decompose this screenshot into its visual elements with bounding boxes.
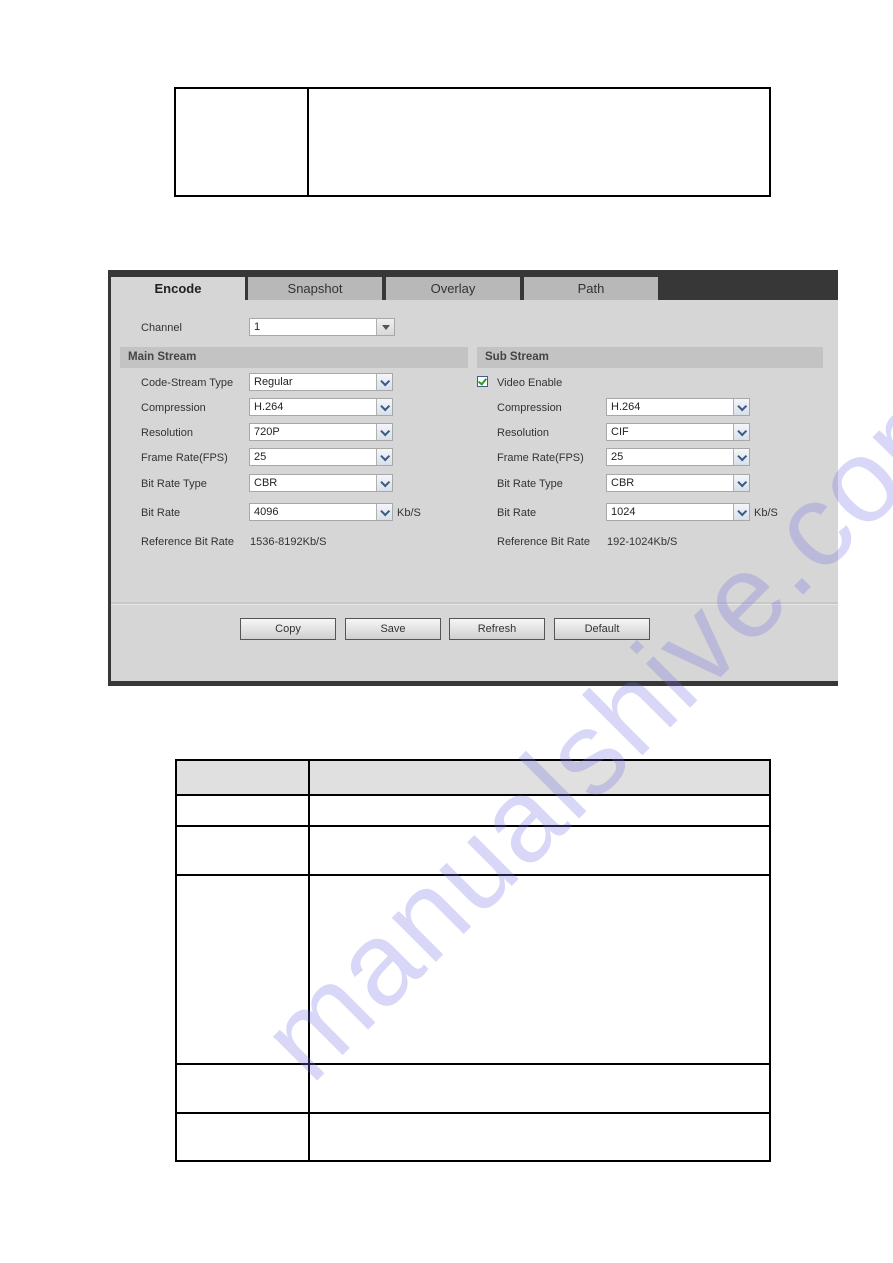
tab-overlay[interactable]: Overlay bbox=[386, 277, 520, 300]
main-compression-value: H.264 bbox=[254, 401, 284, 413]
sub-stream-header: Sub Stream bbox=[477, 347, 823, 368]
main-bit-rate-type-value: CBR bbox=[254, 477, 278, 489]
top-table bbox=[174, 87, 771, 197]
main-bit-rate-type-select[interactable]: CBR bbox=[249, 474, 393, 492]
copy-button[interactable]: Copy bbox=[240, 618, 336, 640]
table-row-divider bbox=[177, 825, 769, 827]
sub-compression-label: Compression bbox=[497, 402, 562, 414]
table-row-divider bbox=[177, 874, 769, 876]
channel-value: 1 bbox=[254, 321, 261, 333]
sub-bit-rate-type-select[interactable]: CBR bbox=[606, 474, 750, 492]
tab-snapshot[interactable]: Snapshot bbox=[248, 277, 382, 300]
main-bit-rate-value: 4096 bbox=[254, 506, 279, 518]
save-button[interactable]: Save bbox=[345, 618, 441, 640]
main-code-stream-type-select[interactable]: Regular bbox=[249, 373, 393, 391]
sub-compression-select[interactable]: H.264 bbox=[606, 398, 750, 416]
sub-reference-bit-rate-label: Reference Bit Rate bbox=[497, 536, 590, 548]
sub-bit-rate-type-value: CBR bbox=[611, 477, 635, 489]
channel-select[interactable]: 1 bbox=[249, 318, 395, 336]
chevron-down-icon[interactable] bbox=[733, 399, 749, 415]
chevron-down-icon[interactable] bbox=[376, 424, 392, 440]
panel-divider bbox=[111, 602, 838, 605]
chevron-down-icon[interactable] bbox=[376, 319, 394, 335]
table-row-divider bbox=[177, 794, 769, 796]
sub-resolution-label: Resolution bbox=[497, 427, 549, 439]
main-stream-header: Main Stream bbox=[120, 347, 468, 368]
main-reference-bit-rate-label: Reference Bit Rate bbox=[141, 536, 234, 548]
main-bit-rate-unit: Kb/S bbox=[397, 507, 421, 519]
parameter-table bbox=[175, 759, 771, 1162]
main-frame-rate-select[interactable]: 25 bbox=[249, 448, 393, 466]
default-button[interactable]: Default bbox=[554, 618, 650, 640]
main-resolution-select[interactable]: 720P bbox=[249, 423, 393, 441]
sub-bit-rate-select[interactable]: 1024 bbox=[606, 503, 750, 521]
main-resolution-value: 720P bbox=[254, 426, 280, 438]
main-code-stream-type-label: Code-Stream Type bbox=[141, 377, 234, 389]
sub-frame-rate-label: Frame Rate(FPS) bbox=[497, 452, 584, 464]
sub-frame-rate-select[interactable]: 25 bbox=[606, 448, 750, 466]
main-code-stream-type-value: Regular bbox=[254, 376, 293, 388]
sub-reference-bit-rate-value: 192-1024Kb/S bbox=[607, 536, 678, 548]
chevron-down-icon[interactable] bbox=[376, 475, 392, 491]
chevron-down-icon[interactable] bbox=[733, 449, 749, 465]
main-resolution-label: Resolution bbox=[141, 427, 193, 439]
table-header-row bbox=[177, 761, 769, 794]
main-bit-rate-label: Bit Rate bbox=[141, 507, 181, 519]
main-compression-label: Compression bbox=[141, 402, 206, 414]
sub-resolution-select[interactable]: CIF bbox=[606, 423, 750, 441]
table-column-divider bbox=[308, 761, 310, 1160]
main-reference-bit-rate-value: 1536-8192Kb/S bbox=[250, 536, 327, 548]
channel-label: Channel bbox=[141, 322, 182, 334]
sub-bit-rate-value: 1024 bbox=[611, 506, 636, 518]
sub-resolution-value: CIF bbox=[611, 426, 629, 438]
sub-bit-rate-unit: Kb/S bbox=[754, 507, 778, 519]
main-compression-select[interactable]: H.264 bbox=[249, 398, 393, 416]
main-bit-rate-select[interactable]: 4096 bbox=[249, 503, 393, 521]
table-row-divider bbox=[177, 1112, 769, 1114]
encode-settings-panel: Encode Snapshot Overlay Path Channel 1 M… bbox=[108, 270, 838, 686]
sub-bit-rate-type-label: Bit Rate Type bbox=[497, 478, 563, 490]
chevron-down-icon[interactable] bbox=[733, 475, 749, 491]
table-row-divider bbox=[177, 1063, 769, 1065]
chevron-down-icon[interactable] bbox=[376, 449, 392, 465]
sub-frame-rate-value: 25 bbox=[611, 451, 624, 463]
tab-path[interactable]: Path bbox=[524, 277, 658, 300]
chevron-down-icon[interactable] bbox=[376, 504, 392, 520]
chevron-down-icon[interactable] bbox=[733, 424, 749, 440]
main-frame-rate-value: 25 bbox=[254, 451, 267, 463]
sub-bit-rate-label: Bit Rate bbox=[497, 507, 537, 519]
main-bit-rate-type-label: Bit Rate Type bbox=[141, 478, 207, 490]
chevron-down-icon[interactable] bbox=[376, 374, 392, 390]
table-column-divider bbox=[307, 89, 309, 195]
refresh-button[interactable]: Refresh bbox=[449, 618, 545, 640]
tab-encode[interactable]: Encode bbox=[111, 277, 245, 301]
video-enable-label: Video Enable bbox=[497, 377, 563, 389]
video-enable-checkbox[interactable] bbox=[477, 376, 488, 387]
chevron-down-icon[interactable] bbox=[733, 504, 749, 520]
main-frame-rate-label: Frame Rate(FPS) bbox=[141, 452, 228, 464]
sub-compression-value: H.264 bbox=[611, 401, 641, 413]
chevron-down-icon[interactable] bbox=[376, 399, 392, 415]
